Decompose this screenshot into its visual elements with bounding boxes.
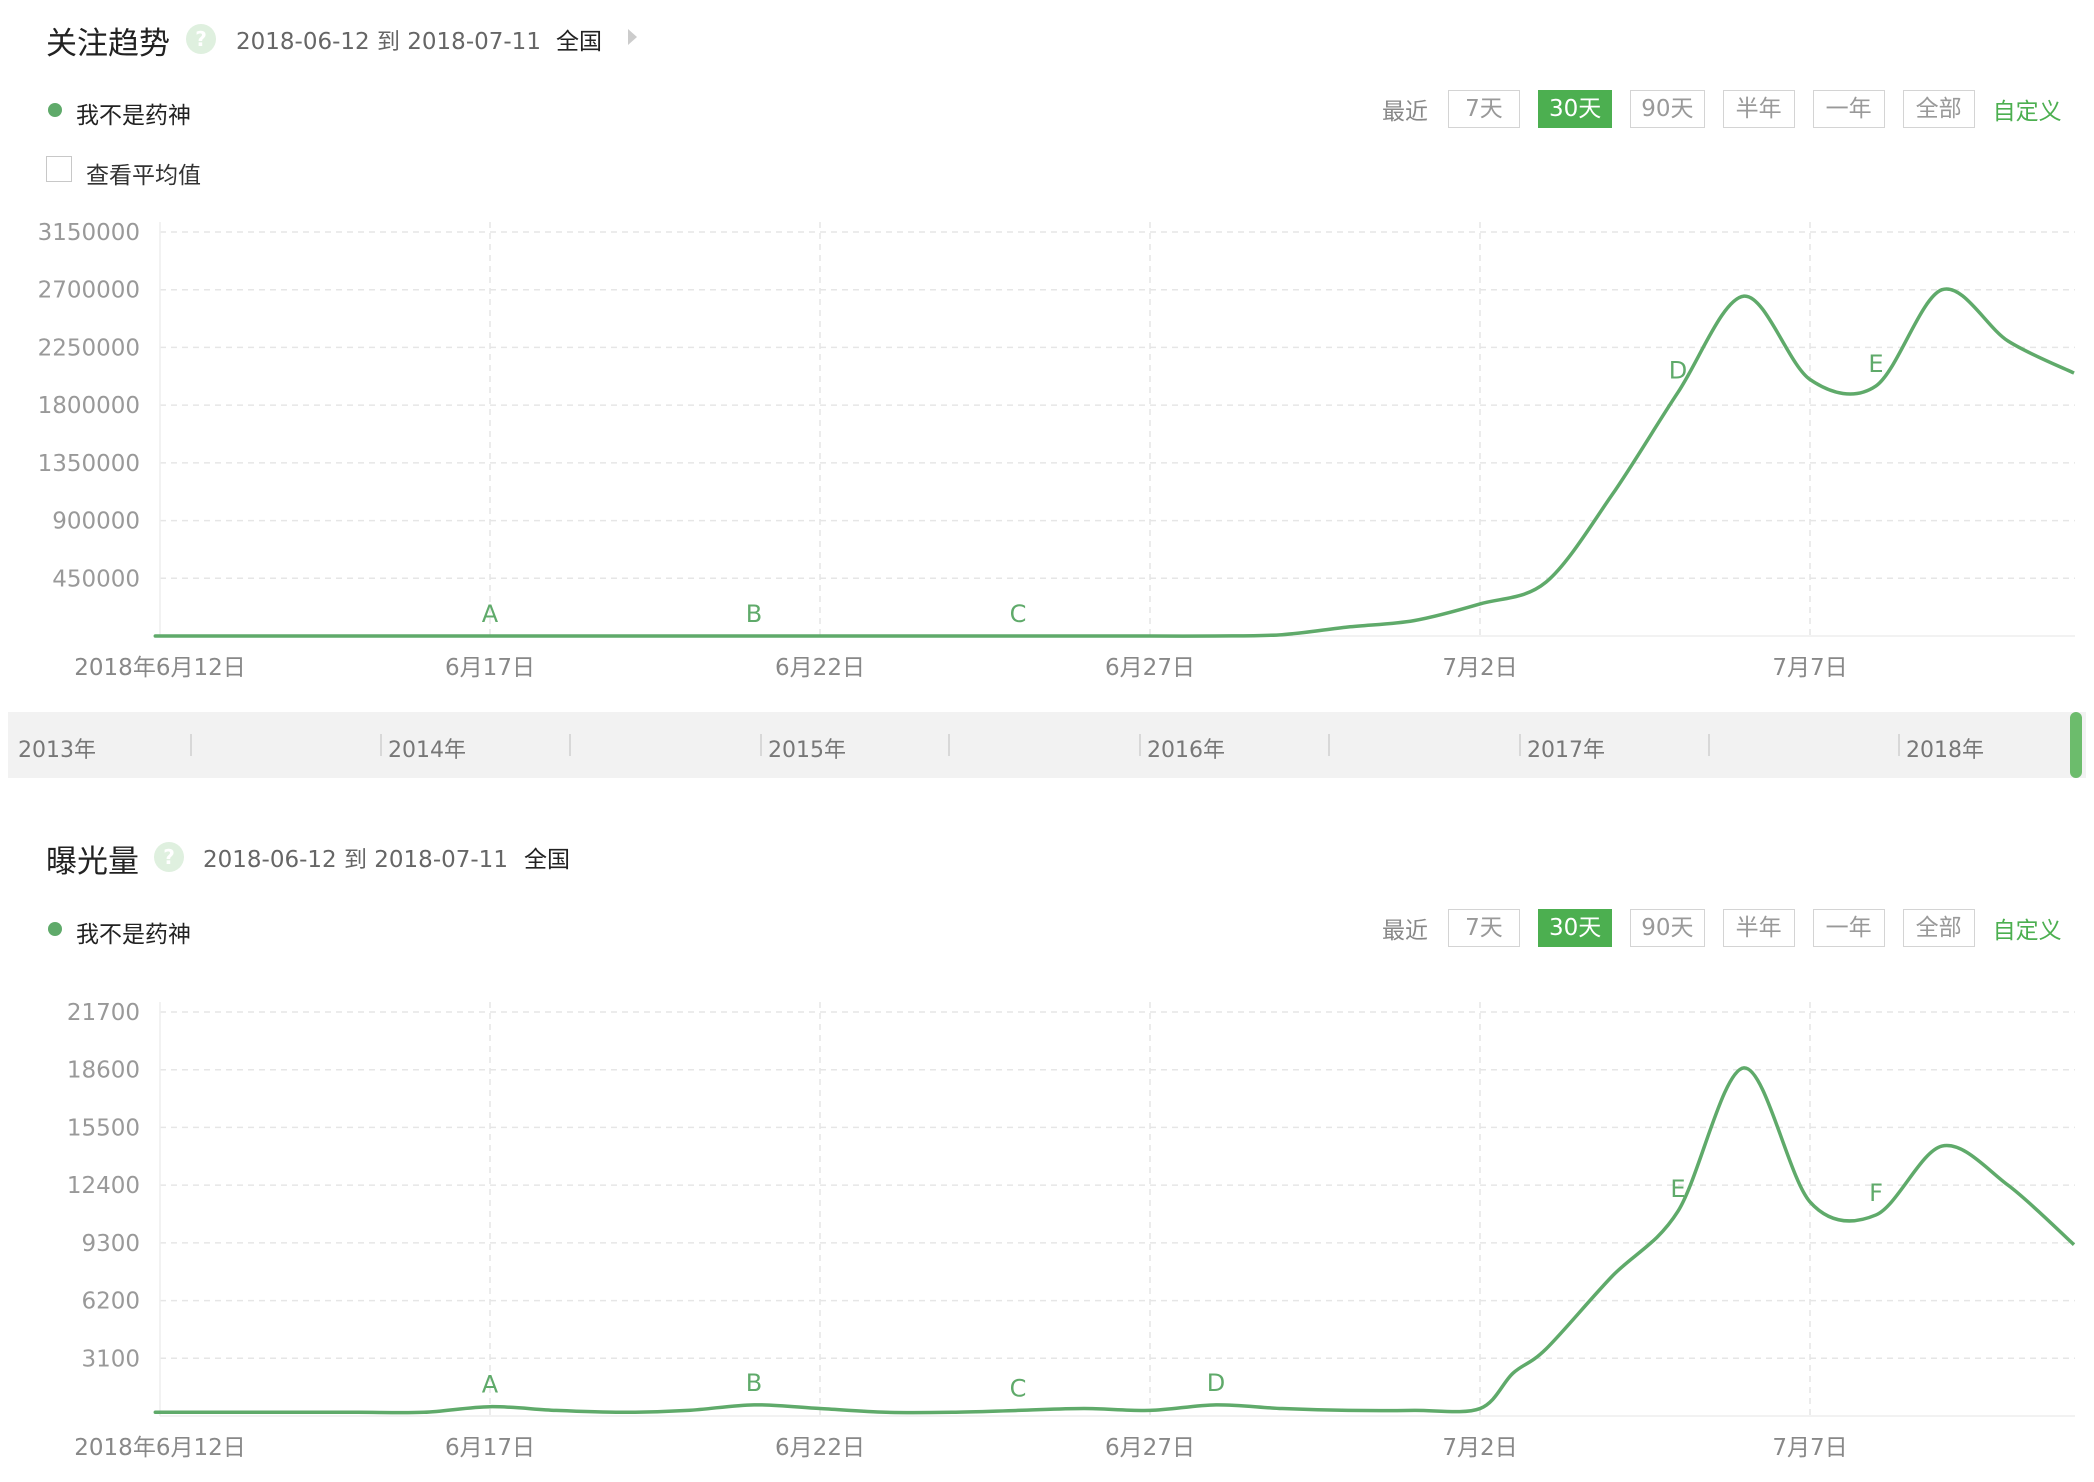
y-tick-label: 1800000 (38, 393, 140, 419)
date-range: 2018-06-12 到 2018-07-11 (203, 847, 508, 873)
y-tick-label: 21700 (67, 1000, 140, 1026)
range-90d-button[interactable]: 90天 (1630, 909, 1705, 947)
panel-title: 曝光量 (46, 844, 139, 880)
annotation-label: D (1207, 1369, 1225, 1397)
y-tick-label: 900000 (52, 509, 140, 535)
annotation-label: F (1869, 1179, 1883, 1207)
timeline-tick (569, 734, 571, 756)
x-tick-label: 6月22日 (775, 655, 865, 681)
x-tick-label: 6月27日 (1105, 1435, 1195, 1461)
y-tick-label: 15500 (67, 1115, 140, 1141)
timeline-tick (948, 734, 950, 756)
y-tick-label: 1350000 (38, 451, 140, 477)
timeline-year: 2013年 (18, 738, 96, 763)
x-tick-label: 2018年6月12日 (74, 1435, 245, 1461)
range-all-button[interactable]: 全部 (1902, 909, 1975, 947)
x-tick-label: 6月17日 (445, 1435, 535, 1461)
y-tick-label: 6200 (81, 1289, 140, 1315)
timeline-tick (760, 734, 762, 756)
x-tick-label: 7月7日 (1772, 655, 1847, 681)
annotation-label: E (1868, 350, 1883, 378)
x-tick-label: 6月17日 (445, 655, 535, 681)
y-tick-label: 12400 (67, 1173, 140, 1199)
y-tick-label: 3100 (81, 1346, 140, 1372)
y-tick-label: 3150000 (38, 220, 140, 246)
timeline-slider[interactable]: 2013年 2014年 2015年 2016年 2017年 2018年 (8, 712, 2086, 778)
timeline-tick (1708, 734, 1710, 756)
attention-trend-chart: 450000 900000 1350000 1800000 2250000 2700000… (38, 220, 2075, 681)
y-tick-label: 2250000 (38, 335, 140, 361)
annotation-label: C (1010, 1374, 1027, 1402)
x-tick-label: 7月2日 (1442, 1435, 1517, 1461)
range-7d-button[interactable]: 7天 (1448, 909, 1520, 947)
y-tick-label: 9300 (81, 1231, 140, 1257)
annotation-label: B (746, 1369, 762, 1397)
timeline-tick (1139, 734, 1141, 756)
timeline-tick (190, 734, 192, 756)
timeline-drag-handle[interactable] (2070, 712, 2082, 778)
series-line (153, 1066, 2076, 1415)
y-tick-label: 18600 (67, 1058, 140, 1084)
region-label: 全国 (524, 847, 570, 873)
timeline-year: 2016年 (1147, 738, 1225, 763)
range-half-year-button[interactable]: 半年 (1722, 909, 1795, 947)
x-tick-label: 2018年6月12日 (74, 655, 245, 681)
timeline-tick (1898, 734, 1900, 756)
timeline-year: 2015年 (768, 738, 846, 763)
y-tick-label: 450000 (52, 566, 140, 592)
timeline-year: 2017年 (1527, 738, 1605, 763)
annotation-label: E (1670, 1175, 1685, 1203)
range-one-year-button[interactable]: 一年 (1812, 909, 1885, 947)
annotation-label: B (746, 600, 762, 628)
range-selector: 最近 7天 30天 90天 半年 一年 全部 自定义 (1382, 909, 2062, 947)
legend-dot-icon (48, 922, 62, 936)
timeline-tick (1328, 734, 1330, 756)
annotation-label: C (1010, 600, 1027, 628)
x-tick-label: 7月7日 (1772, 1435, 1847, 1461)
series-line (153, 287, 2075, 638)
annotation-label: D (1669, 356, 1687, 384)
timeline-year: 2018年 (1906, 738, 1984, 763)
range-30d-button[interactable]: 30天 (1538, 909, 1613, 947)
x-tick-label: 6月22日 (775, 1435, 865, 1461)
timeline-year: 2014年 (388, 738, 466, 763)
timeline-tick (1519, 734, 1521, 756)
range-label: 最近 (1382, 918, 1428, 944)
annotation-label: A (482, 1371, 499, 1399)
range-custom-link[interactable]: 自定义 (1993, 911, 2062, 945)
annotation-label: A (482, 600, 499, 628)
help-icon[interactable]: ? (154, 842, 184, 872)
timeline-tick (380, 734, 382, 756)
y-tick-label: 2700000 (38, 278, 140, 304)
legend-label[interactable]: 我不是药神 (76, 915, 191, 949)
x-tick-label: 6月27日 (1105, 655, 1195, 681)
x-tick-label: 7月2日 (1442, 655, 1517, 681)
